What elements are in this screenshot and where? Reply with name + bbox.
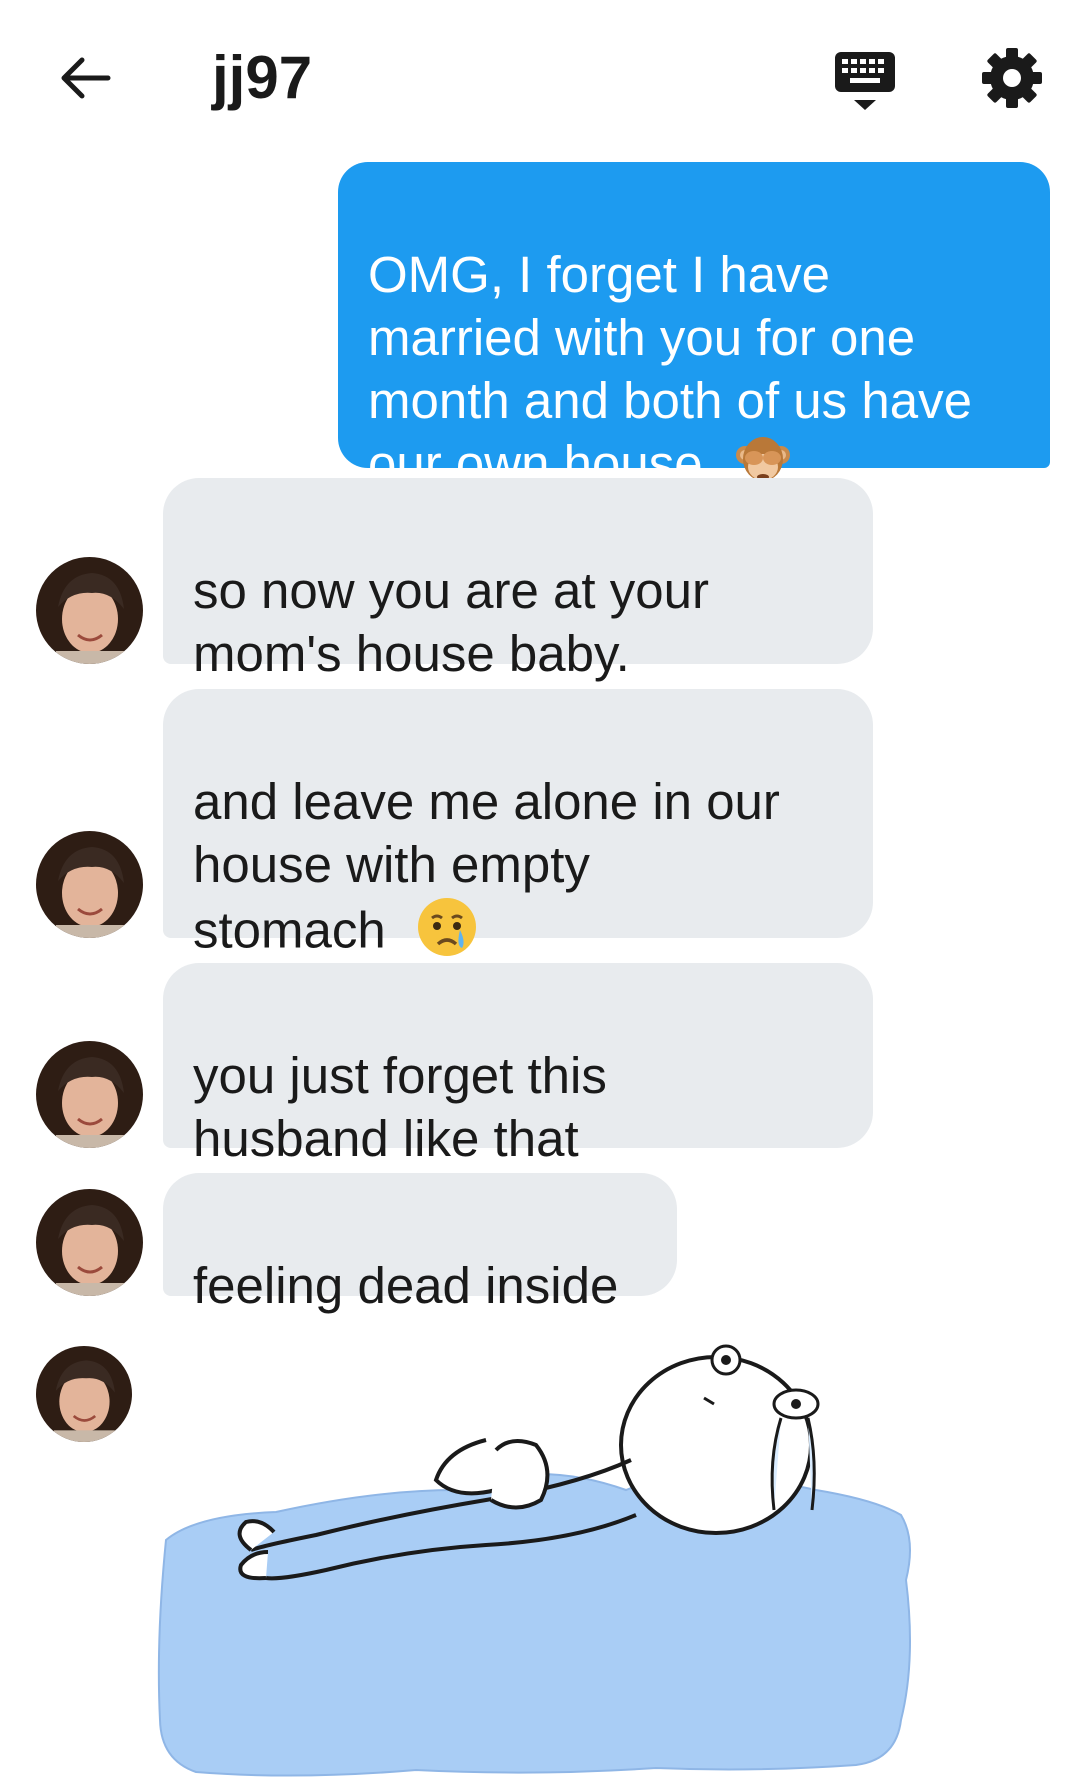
back-button[interactable]: [52, 44, 116, 108]
message-text: and leave me alone in our house with emp…: [193, 773, 780, 959]
avatar[interactable]: [36, 557, 143, 664]
chat-header: jj97: [0, 0, 1080, 160]
outgoing-message-bubble[interactable]: OMG, I forget I have married with you fo…: [338, 162, 1050, 492]
crying-puddle-sticker[interactable]: [156, 1340, 916, 1781]
settings-button[interactable]: [980, 46, 1044, 110]
incoming-message-bubble[interactable]: feeling dead inside: [163, 1173, 677, 1314]
keyboard-button[interactable]: [832, 48, 898, 114]
avatar[interactable]: [36, 831, 143, 938]
arrow-left-icon: [61, 57, 111, 99]
incoming-message-bubble[interactable]: and leave me alone in our house with emp…: [163, 689, 873, 958]
avatar[interactable]: [36, 1041, 143, 1148]
message-text: so now you are at your mom's house baby.: [193, 562, 709, 682]
keyboard-icon: [835, 52, 895, 110]
message-text: you just forget this husband like that: [193, 1047, 607, 1167]
chat-title: jj97: [212, 44, 313, 111]
crying-face-icon: [416, 896, 478, 972]
incoming-message-bubble[interactable]: you just forget this husband like that: [163, 963, 873, 1167]
message-text: OMG, I forget I have married with you fo…: [368, 246, 972, 492]
gear-icon: [982, 48, 1042, 108]
avatar[interactable]: [36, 1189, 143, 1296]
avatar[interactable]: [36, 1346, 132, 1442]
incoming-message-bubble[interactable]: so now you are at your mom's house baby.: [163, 478, 873, 682]
message-text: feeling dead inside: [193, 1257, 619, 1314]
